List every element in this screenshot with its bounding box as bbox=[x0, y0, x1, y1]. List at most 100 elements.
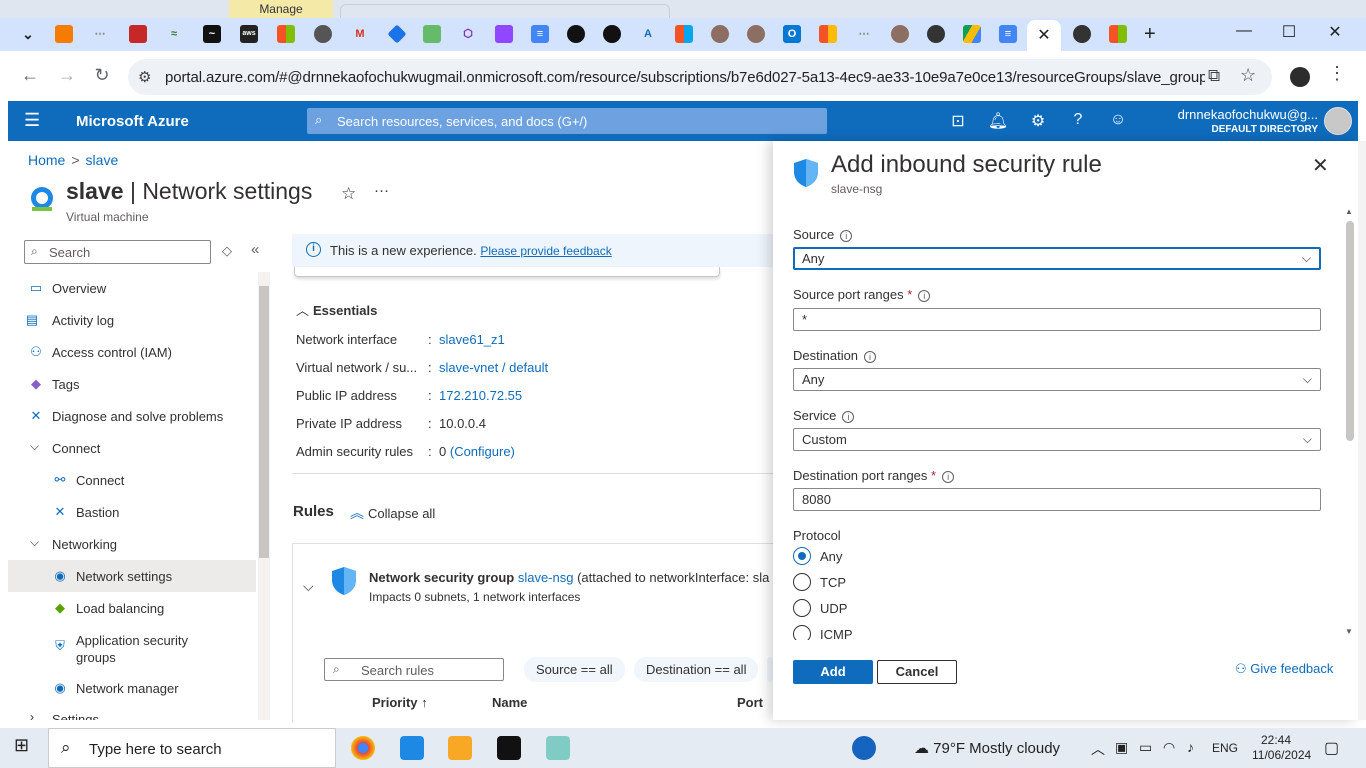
more-actions-icon[interactable]: ··· bbox=[374, 182, 389, 199]
tab-favicon-box-icon[interactable] bbox=[55, 25, 73, 43]
bookmark-star-icon[interactable]: ☆ bbox=[1240, 65, 1256, 86]
tray-device-icon[interactable]: ▣ bbox=[1115, 739, 1128, 756]
service-dropdown[interactable]: Custom ⌵ bbox=[793, 428, 1321, 451]
window-close-icon[interactable]: ✕ bbox=[1320, 22, 1350, 42]
taskbar-search-input[interactable]: ⌕ Type here to search bbox=[48, 728, 336, 768]
breadcrumb-home[interactable]: Home bbox=[28, 152, 65, 168]
portal-menu-icon[interactable]: ☰ bbox=[24, 110, 40, 131]
tab-favicon-package-icon[interactable]: ⬡ bbox=[459, 25, 477, 43]
tab-list-icon[interactable]: ⌄ bbox=[19, 25, 37, 43]
volume-icon[interactable]: ♪ bbox=[1187, 739, 1194, 755]
network-interface-link[interactable]: slave61_z1 bbox=[439, 332, 505, 347]
name-column-header[interactable]: Name bbox=[492, 695, 527, 710]
wifi-icon[interactable]: ◠ bbox=[1163, 739, 1175, 756]
tab-favicon-twitch-icon[interactable] bbox=[495, 25, 513, 43]
sidebar-item-connect[interactable]: ⚯ Connect bbox=[8, 464, 256, 496]
tab-favicon-docs-2-icon[interactable]: ≡ bbox=[999, 25, 1017, 43]
site-info-icon[interactable]: ⚙ bbox=[138, 68, 151, 86]
new-tab-icon[interactable]: + bbox=[1144, 23, 1156, 46]
settings-gear-icon[interactable]: ⚙ bbox=[1027, 111, 1049, 131]
sidebar-group-settings[interactable]: › Settings bbox=[8, 704, 256, 720]
help-icon[interactable]: ? bbox=[1067, 111, 1089, 129]
tab-favicon-chatgpt-2-icon[interactable] bbox=[1073, 25, 1091, 43]
back-icon[interactable]: ← bbox=[19, 65, 41, 86]
sidebar-item-tags[interactable]: ◆ Tags bbox=[8, 368, 256, 400]
essentials-toggle[interactable]: ︿ Essentials bbox=[296, 300, 377, 319]
account-info[interactable]: drnnekaofochukwu@g... DEFAULT DIRECTORY bbox=[1158, 107, 1318, 135]
tab-favicon-gmail-icon[interactable]: M bbox=[351, 25, 369, 43]
sidebar-item-activity-log[interactable]: ▤ Activity log bbox=[8, 304, 256, 336]
tab-favicon-github-icon[interactable] bbox=[567, 25, 585, 43]
collapse-menu-icon[interactable]: « bbox=[251, 241, 259, 258]
cancel-button[interactable]: Cancel bbox=[877, 660, 957, 684]
close-icon[interactable]: ✕ bbox=[1312, 153, 1329, 178]
tab-favicon-cube-icon[interactable] bbox=[129, 25, 147, 43]
tab-favicon-microsoft-4-icon[interactable] bbox=[1109, 25, 1127, 43]
destination-dropdown[interactable]: Any ⌵ bbox=[793, 368, 1321, 391]
language-indicator[interactable]: ENG bbox=[1212, 741, 1238, 755]
browser-menu-icon[interactable]: ⋮ bbox=[1328, 63, 1346, 84]
sidebar-item-network-manager[interactable]: ◉ Network manager bbox=[8, 672, 256, 704]
panel-scrollbar[interactable]: ▲ ▼ bbox=[1343, 207, 1357, 639]
notification-center-icon[interactable]: ▢ bbox=[1324, 738, 1339, 758]
app-icon[interactable] bbox=[546, 736, 570, 760]
file-explorer-icon[interactable] bbox=[448, 736, 472, 760]
omnibox[interactable]: ⚙ portal.azure.com/#@drnnekaofochukwugma… bbox=[128, 59, 1272, 95]
sidebar-group-connect[interactable]: ⌵ Connect bbox=[8, 432, 256, 464]
chevron-down-icon[interactable]: ⌵ bbox=[303, 578, 314, 595]
notifications-bell-icon[interactable]: 🔔︎ bbox=[987, 111, 1009, 131]
tab-favicon-diamond-icon[interactable] bbox=[387, 24, 407, 44]
tab-favicon-drive-icon[interactable] bbox=[963, 25, 981, 43]
feedback-icon[interactable]: ☺ bbox=[1107, 111, 1129, 129]
favorite-star-icon[interactable]: ☆ bbox=[341, 184, 356, 204]
sidebar-group-networking[interactable]: ⌵ Networking bbox=[8, 528, 256, 560]
scroll-up-icon[interactable]: ▲ bbox=[1345, 207, 1353, 216]
tab-favicon-chart-icon[interactable]: ~ bbox=[203, 25, 221, 43]
tab-favicon-avatar-3-icon[interactable] bbox=[891, 25, 909, 43]
tab-favicon-dash-2-icon[interactable]: ⋯ bbox=[855, 25, 873, 43]
port-column-header[interactable]: Port bbox=[737, 695, 763, 710]
help-app-icon[interactable] bbox=[852, 736, 876, 760]
resource-menu-scrollbar[interactable] bbox=[258, 272, 270, 720]
tab-favicon-avatar-icon[interactable] bbox=[711, 25, 729, 43]
sidebar-item-network-settings[interactable]: ◉ Network settings bbox=[8, 560, 256, 592]
source-filter-pill[interactable]: Source == all bbox=[524, 657, 625, 682]
sidebar-item-overview[interactable]: ▭ Overview bbox=[8, 272, 256, 304]
sidebar-item-bastion[interactable]: ✕ Bastion bbox=[8, 496, 256, 528]
forward-icon[interactable]: → bbox=[56, 65, 78, 86]
scrollbar-thumb[interactable] bbox=[259, 286, 269, 558]
feedback-link[interactable]: Please provide feedback bbox=[480, 244, 611, 258]
resource-menu-search-input[interactable]: ⌕ Search bbox=[24, 240, 211, 264]
tab-favicon-outlook-icon[interactable]: O bbox=[783, 25, 801, 43]
tab-favicon-aws-icon[interactable]: aws bbox=[240, 25, 258, 43]
info-icon[interactable]: i bbox=[942, 471, 955, 483]
info-icon[interactable]: i bbox=[864, 351, 877, 363]
page-scrollbar[interactable] bbox=[1358, 141, 1366, 720]
breadcrumb-current[interactable]: slave bbox=[86, 152, 119, 168]
reload-icon[interactable]: ↻ bbox=[91, 65, 113, 86]
tab-favicon-docs-icon[interactable]: ≡ bbox=[531, 25, 549, 43]
menu-options-icon[interactable]: ◇ bbox=[222, 243, 232, 259]
destination-filter-pill[interactable]: Destination == all bbox=[634, 657, 759, 682]
taskbar-clock[interactable]: 22:44 11/06/2024 bbox=[1252, 733, 1311, 763]
scroll-down-icon[interactable]: ▼ bbox=[1345, 627, 1353, 636]
tab-favicon-globe-icon[interactable] bbox=[314, 25, 332, 43]
tab-favicon-gfg-icon[interactable]: ≈ bbox=[165, 25, 183, 43]
search-rules-input[interactable]: ⌕ Search rules bbox=[324, 658, 504, 681]
sidebar-item-application-security-groups[interactable]: ⛨ Application security groups bbox=[8, 624, 256, 668]
sidebar-item-diagnose[interactable]: ✕ Diagnose and solve problems bbox=[8, 400, 256, 432]
priority-column-header[interactable]: Priority ↑ bbox=[372, 695, 428, 710]
tab-favicon-azure-icon[interactable]: A bbox=[639, 25, 657, 43]
tray-overflow-icon[interactable]: ︿ bbox=[1091, 739, 1105, 759]
tab-favicon-microsoft-icon[interactable] bbox=[277, 25, 295, 43]
weather-widget[interactable]: ☁ 79°F Mostly cloudy bbox=[914, 739, 1060, 757]
tab-favicon-chatgpt-icon[interactable] bbox=[927, 25, 945, 43]
source-dropdown[interactable]: Any ⌵ bbox=[793, 247, 1321, 270]
source-port-input[interactable]: * bbox=[793, 308, 1321, 331]
profile-avatar-icon[interactable] bbox=[1290, 67, 1310, 87]
add-button[interactable]: Add bbox=[793, 660, 873, 684]
tab-favicon-android-icon[interactable] bbox=[423, 25, 441, 43]
destination-port-input[interactable]: 8080 bbox=[793, 488, 1321, 511]
windows-start-icon[interactable]: ⊞ bbox=[14, 735, 38, 759]
terminal-app-icon[interactable] bbox=[497, 736, 521, 760]
